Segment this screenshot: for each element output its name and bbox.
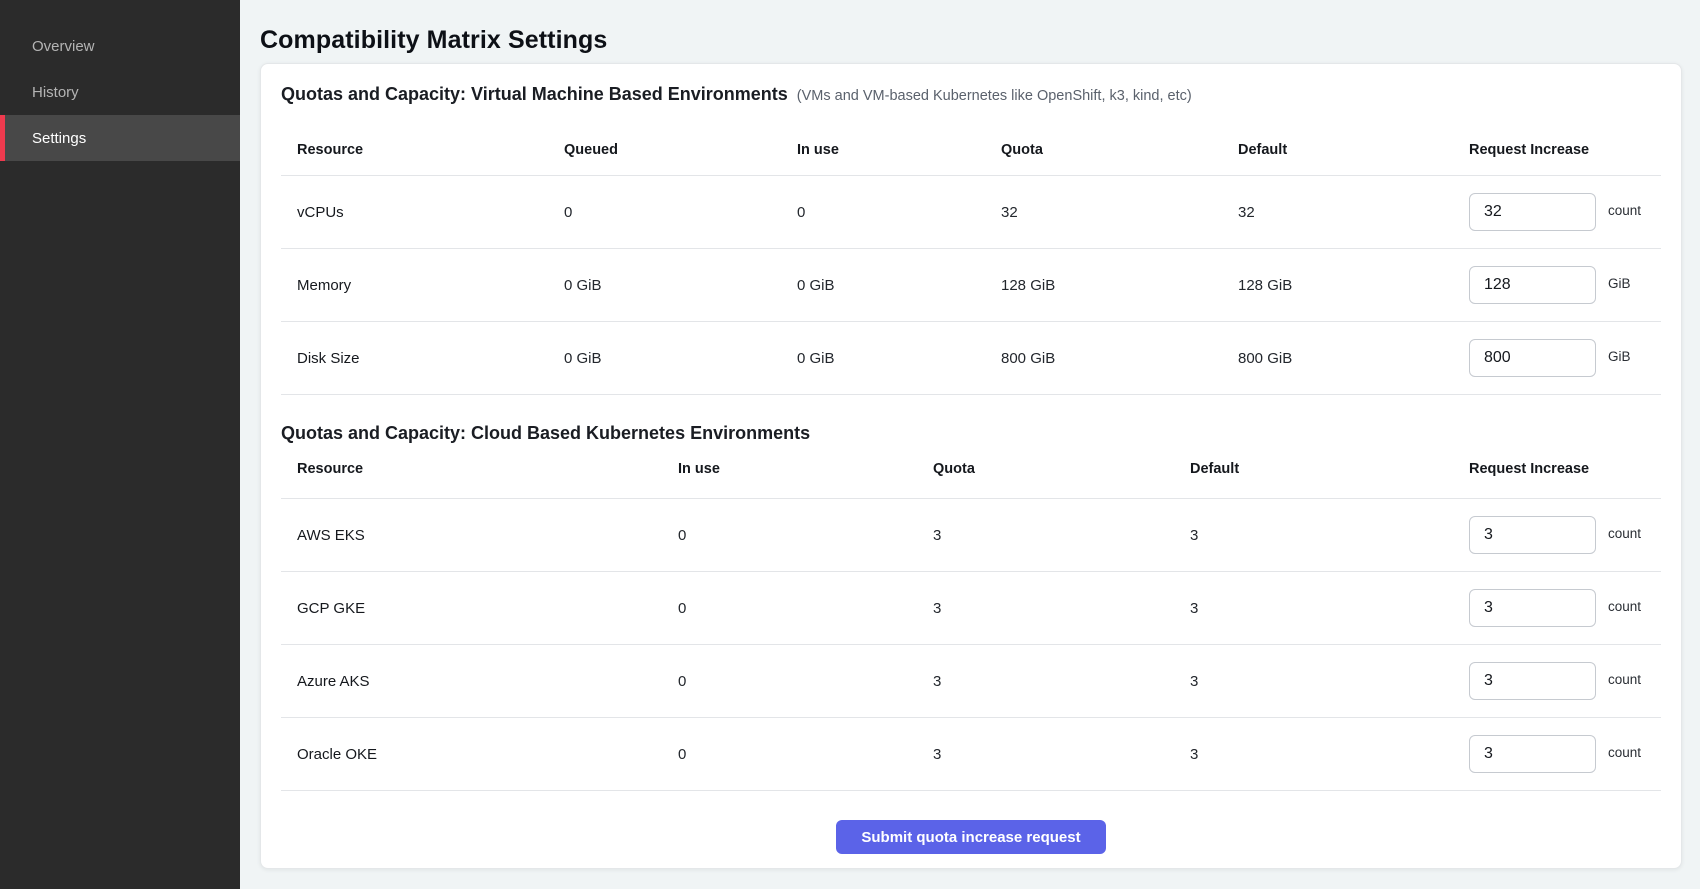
quota-value: 3	[933, 746, 1190, 763]
vm-table-header-row: Resource Queued In use Quota Default Req…	[281, 107, 1661, 176]
table-row: Memory 0 GiB 0 GiB 128 GiB 128 GiB GiB	[281, 249, 1661, 322]
unit-label: GiB	[1608, 349, 1631, 364]
sidebar-item-overview[interactable]: Overview	[0, 23, 240, 69]
table-row: Oracle OKE 0 3 3 count	[281, 718, 1661, 791]
quota-value: 800 GiB	[1001, 350, 1238, 367]
table-row: Disk Size 0 GiB 0 GiB 800 GiB 800 GiB Gi…	[281, 322, 1661, 395]
unit-label: count	[1608, 526, 1641, 541]
default-value: 3	[1190, 527, 1469, 544]
cloud-table-header-row: Resource In use Quota Default Request In…	[281, 446, 1661, 499]
quota-value: 32	[1001, 204, 1238, 221]
column-header-in-use: In use	[797, 142, 1001, 158]
column-header-request-increase: Request Increase	[1469, 142, 1645, 158]
request-increase-input[interactable]	[1469, 662, 1596, 700]
vm-section-title: Quotas and Capacity: Virtual Machine Bas…	[281, 81, 788, 107]
request-increase-input[interactable]	[1469, 589, 1596, 627]
cloud-quota-table: Resource In use Quota Default Request In…	[281, 446, 1661, 791]
resource-name: Memory	[297, 277, 564, 294]
main-content: Compatibility Matrix Settings Quotas and…	[240, 0, 1700, 889]
request-increase-input[interactable]	[1469, 339, 1596, 377]
unit-label: count	[1608, 672, 1641, 687]
request-increase-input[interactable]	[1469, 266, 1596, 304]
default-value: 3	[1190, 600, 1469, 617]
in-use-value: 0 GiB	[797, 350, 1001, 367]
default-value: 3	[1190, 746, 1469, 763]
quota-value: 3	[933, 673, 1190, 690]
vm-section-note: (VMs and VM-based Kubernetes like OpenSh…	[797, 88, 1192, 104]
column-header-default: Default	[1190, 461, 1469, 477]
default-value: 3	[1190, 673, 1469, 690]
resource-name: AWS EKS	[297, 527, 678, 544]
settings-card: Quotas and Capacity: Virtual Machine Bas…	[260, 63, 1682, 869]
active-indicator-bar	[0, 115, 5, 161]
queued-value: 0 GiB	[564, 350, 797, 367]
default-value: 32	[1238, 204, 1469, 221]
resource-name: Azure AKS	[297, 673, 678, 690]
in-use-value: 0	[678, 746, 933, 763]
table-row: Azure AKS 0 3 3 count	[281, 645, 1661, 718]
default-value: 800 GiB	[1238, 350, 1469, 367]
sidebar-item-label: Settings	[32, 130, 86, 147]
column-header-queued: Queued	[564, 142, 797, 158]
vm-quota-table: Resource Queued In use Quota Default Req…	[281, 107, 1661, 395]
cloud-section-header: Quotas and Capacity: Cloud Based Kuberne…	[281, 395, 1661, 446]
in-use-value: 0	[678, 527, 933, 544]
card-footer: Submit quota increase request	[281, 791, 1661, 870]
sidebar-item-label: History	[32, 84, 79, 101]
in-use-value: 0	[678, 673, 933, 690]
unit-label: GiB	[1608, 276, 1631, 291]
column-header-resource: Resource	[297, 461, 678, 477]
resource-name: Disk Size	[297, 350, 564, 367]
request-increase-input[interactable]	[1469, 735, 1596, 773]
in-use-value: 0	[797, 204, 1001, 221]
table-row: AWS EKS 0 3 3 count	[281, 499, 1661, 572]
in-use-value: 0 GiB	[797, 277, 1001, 294]
cloud-section-title: Quotas and Capacity: Cloud Based Kuberne…	[281, 420, 810, 446]
column-header-quota: Quota	[1001, 142, 1238, 158]
default-value: 128 GiB	[1238, 277, 1469, 294]
table-row: GCP GKE 0 3 3 count	[281, 572, 1661, 645]
unit-label: count	[1608, 599, 1641, 614]
quota-value: 128 GiB	[1001, 277, 1238, 294]
in-use-value: 0	[678, 600, 933, 617]
vm-section-header: Quotas and Capacity: Virtual Machine Bas…	[281, 64, 1661, 107]
request-increase-input[interactable]	[1469, 516, 1596, 554]
queued-value: 0 GiB	[564, 277, 797, 294]
page-title: Compatibility Matrix Settings	[260, 27, 1682, 53]
column-header-in-use: In use	[678, 461, 933, 477]
column-header-request-increase: Request Increase	[1469, 461, 1645, 477]
unit-label: count	[1608, 203, 1641, 218]
sidebar-item-label: Overview	[32, 38, 95, 55]
sidebar: Overview History Settings	[0, 0, 240, 889]
submit-quota-increase-button[interactable]: Submit quota increase request	[836, 820, 1105, 854]
queued-value: 0	[564, 204, 797, 221]
quota-value: 3	[933, 527, 1190, 544]
resource-name: Oracle OKE	[297, 746, 678, 763]
column-header-default: Default	[1238, 142, 1469, 158]
column-header-quota: Quota	[933, 461, 1190, 477]
column-header-resource: Resource	[297, 142, 564, 158]
table-row: vCPUs 0 0 32 32 count	[281, 176, 1661, 249]
sidebar-item-history[interactable]: History	[0, 69, 240, 115]
resource-name: GCP GKE	[297, 600, 678, 617]
sidebar-item-settings[interactable]: Settings	[0, 115, 240, 161]
resource-name: vCPUs	[297, 204, 564, 221]
unit-label: count	[1608, 745, 1641, 760]
quota-value: 3	[933, 600, 1190, 617]
request-increase-input[interactable]	[1469, 193, 1596, 231]
